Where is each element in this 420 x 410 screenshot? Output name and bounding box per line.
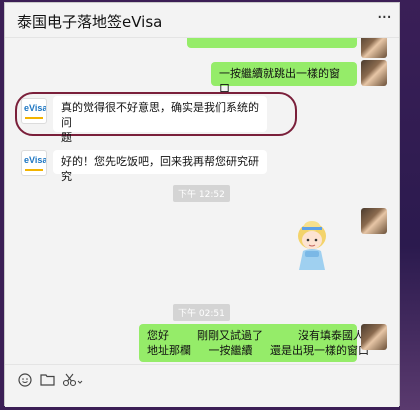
message-text: 一按繼續就跳出一樣的窗口 bbox=[219, 67, 340, 95]
message-list[interactable]: 一按繼續就跳出一樣的窗口 eVisa 真的觉得很不好意思，确实是我们系统的问 题… bbox=[5, 38, 399, 363]
message-bubble-incoming: 好的！您先吃饭吧，回来我再帮您研究研究 bbox=[53, 150, 267, 183]
message-text-line: 题 bbox=[61, 131, 72, 144]
message-bubble-outgoing bbox=[187, 38, 357, 48]
message-text-line: 您好 剛剛又試過了 沒有填泰國人員 bbox=[147, 329, 375, 342]
chevron-down-icon bbox=[77, 380, 83, 384]
emoji-icon[interactable] bbox=[17, 373, 33, 389]
message-text-line: 真的觉得很不好意思，确实是我们系统的问 bbox=[61, 101, 259, 129]
timestamp: 下午 02:51 bbox=[173, 304, 230, 321]
evisa-avatar[interactable]: eVisa bbox=[21, 98, 47, 124]
more-icon[interactable]: ··· bbox=[377, 7, 392, 28]
timestamp: 下午 12:52 bbox=[173, 185, 230, 202]
evisa-logo-bar bbox=[25, 117, 43, 119]
input-toolbar bbox=[5, 364, 399, 407]
evisa-logo-text: eVisa bbox=[24, 103, 47, 113]
desktop-background bbox=[400, 0, 420, 410]
evisa-logo-text: eVisa bbox=[24, 155, 47, 165]
message-text-line: 地址那欄 一按繼續 還是出現一樣的窗口 bbox=[147, 344, 369, 357]
message-bubble-outgoing: 一按繼續就跳出一樣的窗口 bbox=[211, 62, 357, 95]
cinderella-sticker[interactable] bbox=[289, 218, 335, 270]
message-bubble-incoming: 真的觉得很不好意思，确实是我们系统的问 题 bbox=[53, 96, 267, 144]
scissors-icon[interactable] bbox=[61, 373, 85, 389]
avatar[interactable] bbox=[361, 324, 387, 350]
avatar[interactable] bbox=[361, 38, 387, 58]
folder-icon[interactable] bbox=[39, 373, 55, 389]
message-text: 好的！您先吃饭吧，回来我再帮您研究研究 bbox=[61, 155, 259, 183]
evisa-avatar[interactable]: eVisa bbox=[21, 150, 47, 176]
message-bubble-outgoing: 您好 剛剛又試過了 沒有填泰國人員 地址那欄 一按繼續 還是出現一樣的窗口 bbox=[139, 324, 375, 362]
evisa-logo-bar bbox=[25, 169, 43, 171]
chat-title: 泰国电子落地签eVisa bbox=[17, 13, 163, 31]
avatar[interactable] bbox=[361, 208, 387, 234]
avatar[interactable] bbox=[361, 60, 387, 86]
chat-window: 泰国电子落地签eVisa ··· 一按繼續就跳出一樣的窗口 eVisa 真的觉得… bbox=[4, 2, 400, 407]
title-bar: 泰国电子落地签eVisa ··· bbox=[5, 3, 399, 38]
